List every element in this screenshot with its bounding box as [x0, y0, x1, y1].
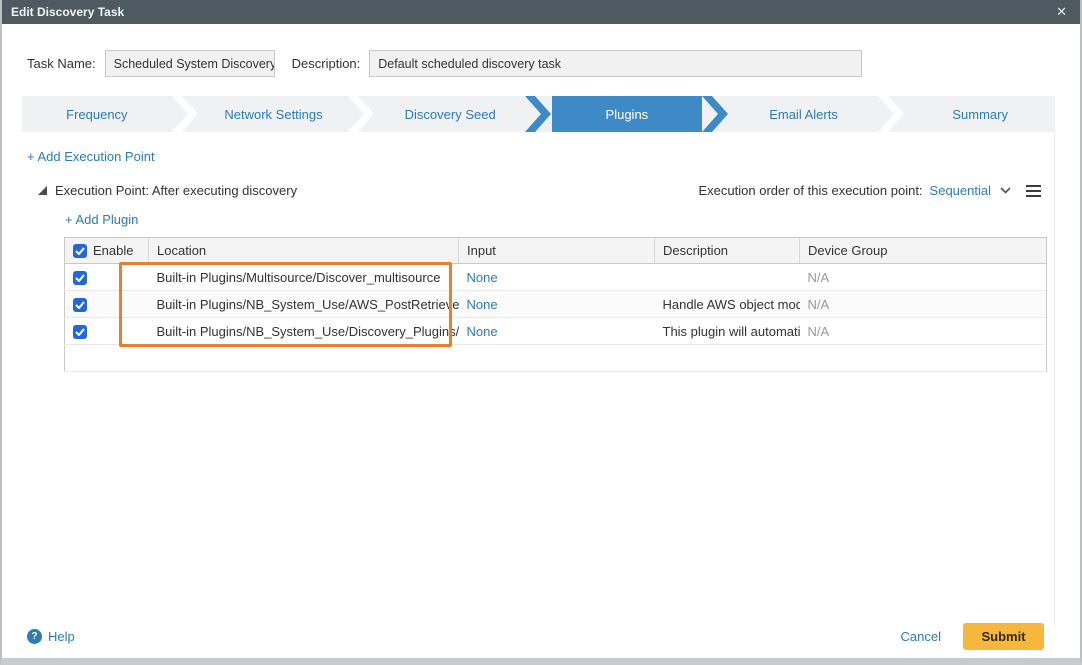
tab-frequency[interactable]: Frequency [22, 96, 172, 132]
submit-button[interactable]: Submit [963, 623, 1044, 650]
tab-summary[interactable]: Summary [905, 96, 1055, 132]
tab-discovery-seed[interactable]: Discovery Seed [375, 96, 525, 132]
tab-arrow-icon [525, 96, 552, 132]
tab-email-alerts[interactable]: Email Alerts [729, 96, 879, 132]
plugin-location: Built-in Plugins/Multisource/Discover_mu… [149, 264, 459, 291]
plugin-input-link[interactable]: None [467, 324, 498, 339]
close-icon[interactable]: ✕ [1053, 4, 1070, 20]
table-header-row: Enable Location Input Description Device… [65, 238, 1047, 264]
plugin-device-group: N/A [800, 318, 1047, 345]
help-icon: ? [27, 629, 42, 644]
task-name-input[interactable]: Scheduled System Discovery [105, 50, 275, 77]
plugin-description [655, 264, 800, 291]
dialog-footer: ? Help Cancel Submit [27, 623, 1044, 650]
description-label: Description: [292, 56, 361, 71]
enable-checkbox[interactable] [73, 271, 87, 285]
plugin-input-link[interactable]: None [467, 270, 498, 285]
plugin-location: Built-in Plugins/NB_System_Use/AWS_PostR… [149, 291, 459, 318]
tab-arrow-icon [172, 96, 199, 132]
plugins-table: Enable Location Input Description Device… [64, 237, 1047, 372]
col-header-device-group: Device Group [800, 238, 1047, 264]
col-header-description: Description [655, 238, 800, 264]
col-header-location: Location [149, 238, 459, 264]
tab-network-settings[interactable]: Network Settings [199, 96, 349, 132]
chevron-down-icon[interactable] [1000, 187, 1011, 194]
plugins-panel: + Add Execution Point Execution Point: A… [22, 132, 1055, 626]
tab-arrow-icon [348, 96, 375, 132]
plugin-description: This plugin will automatic... [655, 318, 800, 345]
execution-point-header: Execution Point: After executing discove… [22, 183, 1054, 198]
tab-arrow-icon [878, 96, 905, 132]
plugin-location: Built-in Plugins/NB_System_Use/Discovery… [149, 318, 459, 345]
wizard-tab-strip: Frequency Network Settings Discovery See… [22, 96, 1055, 132]
add-plugin-link[interactable]: + Add Plugin [65, 212, 138, 227]
enable-checkbox[interactable] [73, 298, 87, 312]
add-execution-point-link[interactable]: + Add Execution Point [27, 149, 155, 164]
enable-checkbox[interactable] [73, 325, 87, 339]
collapse-triangle-icon[interactable] [38, 186, 47, 195]
task-form-row: Task Name: Scheduled System Discovery De… [27, 50, 1080, 77]
enable-all-checkbox[interactable] [73, 244, 87, 258]
tab-arrow-icon [702, 96, 729, 132]
plugin-description: Handle AWS object mode... [655, 291, 800, 318]
table-row: Built-in Plugins/NB_System_Use/AWS_PostR… [65, 291, 1047, 318]
table-row: Built-in Plugins/Multisource/Discover_mu… [65, 264, 1047, 291]
title-bar: Edit Discovery Task ✕ [2, 0, 1080, 24]
menu-icon[interactable] [1026, 185, 1041, 197]
cancel-button[interactable]: Cancel [901, 629, 941, 644]
table-filler-row [65, 345, 1047, 372]
plugin-device-group: N/A [800, 264, 1047, 291]
plugin-device-group: N/A [800, 291, 1047, 318]
col-header-input: Input [459, 238, 655, 264]
edit-discovery-task-dialog: Edit Discovery Task ✕ Task Name: Schedul… [0, 0, 1082, 665]
description-input[interactable]: Default scheduled discovery task [369, 50, 862, 77]
execution-order-value[interactable]: Sequential [930, 183, 991, 198]
help-label: Help [48, 629, 75, 644]
execution-order-label: Execution order of this execution point: [699, 183, 923, 198]
execution-point-title: Execution Point: After executing discove… [55, 183, 297, 198]
plugin-input-link[interactable]: None [467, 297, 498, 312]
help-link[interactable]: ? Help [27, 629, 75, 644]
plugins-table-wrapper: Enable Location Input Description Device… [64, 237, 1046, 372]
task-name-label: Task Name: [27, 56, 96, 71]
col-header-enable: Enable [93, 243, 133, 258]
dialog-title: Edit Discovery Task [11, 5, 124, 19]
tab-plugins[interactable]: Plugins [552, 96, 702, 132]
table-row: Built-in Plugins/NB_System_Use/Discovery… [65, 318, 1047, 345]
